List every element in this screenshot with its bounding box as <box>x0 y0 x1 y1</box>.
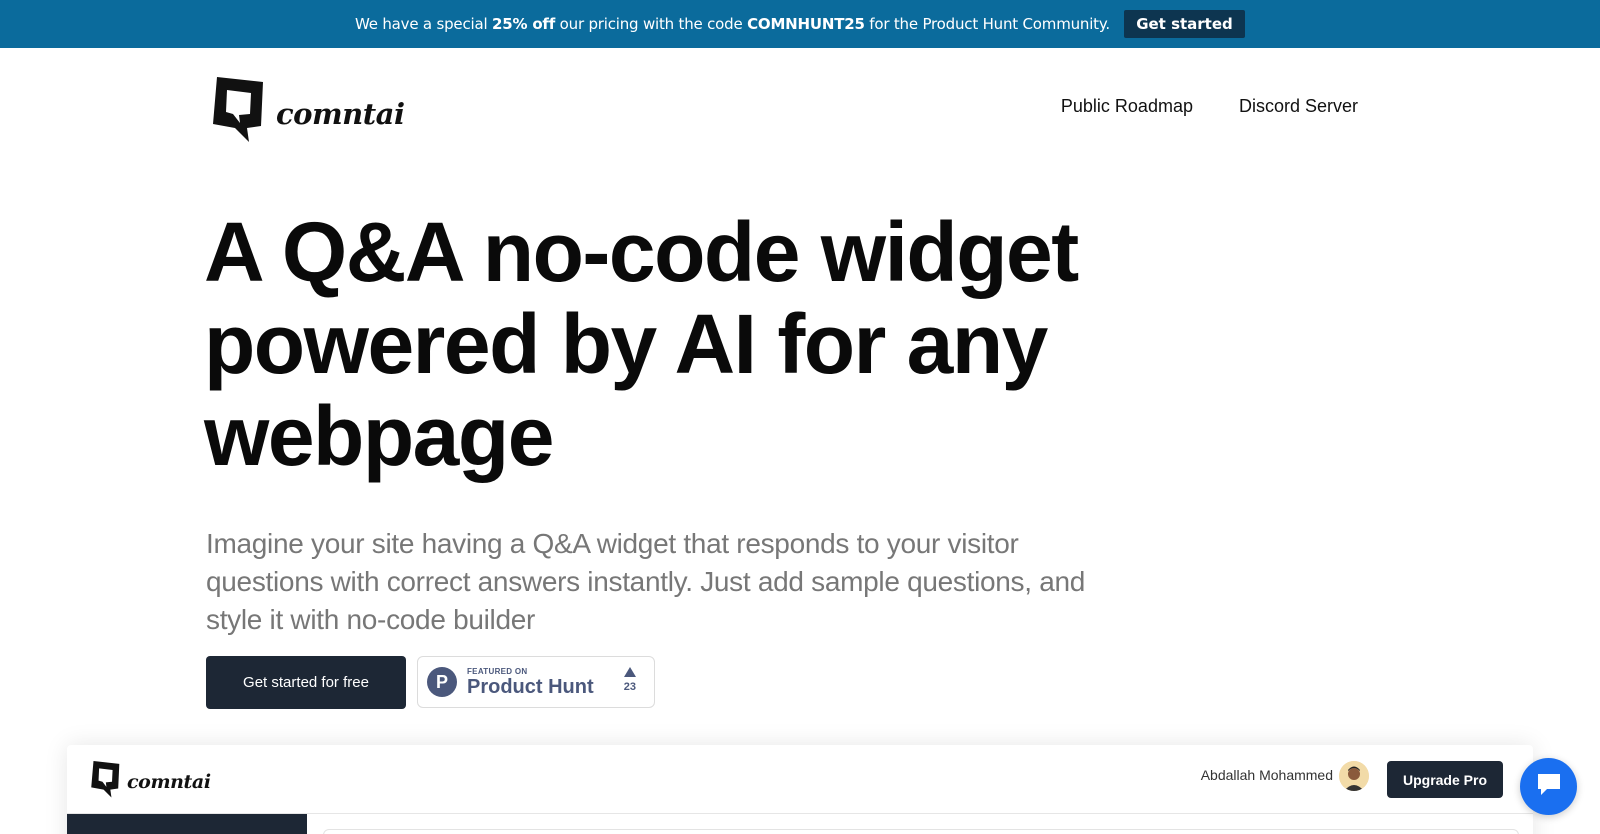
hero-title: A Q&A no-code widget powered by AI for a… <box>204 205 1079 483</box>
app-preview: comntai Abdallah Mohammed Upgrade Pro <box>67 745 1533 834</box>
product-hunt-name: Product Hunt <box>467 675 594 698</box>
get-started-free-button[interactable]: Get started for free <box>206 656 406 709</box>
upgrade-pro-button[interactable]: Upgrade Pro <box>1387 761 1503 798</box>
nav-discord-server[interactable]: Discord Server <box>1239 96 1358 117</box>
site-logo[interactable]: comntai <box>209 74 405 149</box>
hero-subtitle: Imagine your site having a Q&A widget th… <box>206 528 1086 635</box>
promo-discount: 25% off <box>492 15 556 33</box>
promo-text: We have a special 25% off our pricing wi… <box>355 15 1110 33</box>
speech-bubble-logo-icon <box>89 759 121 804</box>
logo-wordmark: comntai <box>276 96 405 131</box>
preview-content-box <box>323 829 1519 834</box>
preview-logo: comntai <box>89 759 211 804</box>
preview-sidebar <box>67 814 307 834</box>
preview-logo-wordmark: comntai <box>127 770 211 793</box>
product-hunt-icon: P <box>427 667 457 697</box>
vote-count: 23 <box>623 681 636 693</box>
avatar[interactable] <box>1339 761 1369 791</box>
product-hunt-votes: 23 <box>624 667 636 693</box>
main-nav: Public Roadmap Discord Server <box>1061 96 1358 117</box>
chat-bubble-icon <box>1535 771 1563 802</box>
chat-launcher-button[interactable] <box>1520 758 1577 815</box>
promo-get-started-button[interactable]: Get started <box>1123 10 1245 38</box>
nav-public-roadmap[interactable]: Public Roadmap <box>1061 96 1193 117</box>
promo-code: COMNHUNT25 <box>747 15 865 33</box>
preview-user-name: Abdallah Mohammed <box>1200 767 1333 783</box>
speech-bubble-logo-icon <box>209 74 266 149</box>
upvote-arrow-icon <box>623 667 636 677</box>
product-hunt-featured-label: FEATURED ON <box>467 666 528 676</box>
product-hunt-badge[interactable]: P FEATURED ON Product Hunt 23 <box>417 656 655 708</box>
product-hunt-text: FEATURED ON Product Hunt <box>467 667 594 698</box>
promo-banner: We have a special 25% off our pricing wi… <box>0 0 1600 48</box>
